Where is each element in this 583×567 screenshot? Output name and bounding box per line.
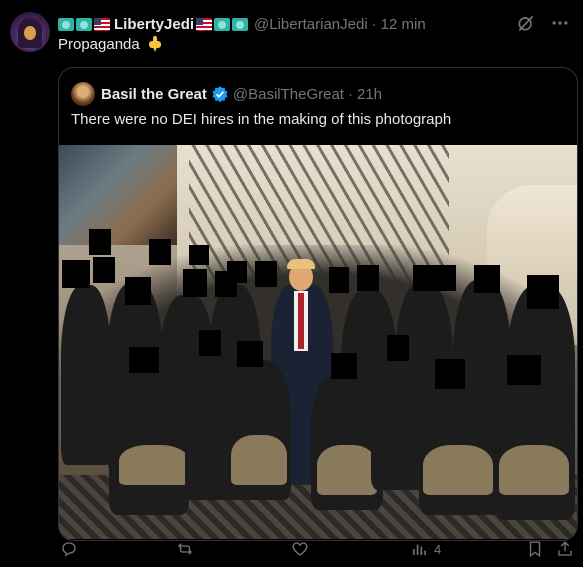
reply-button[interactable] (60, 540, 84, 558)
grok-icon[interactable] (515, 12, 537, 34)
more-icon[interactable] (549, 12, 571, 34)
statue-of-liberty-icon (232, 17, 249, 31)
reply-icon (62, 542, 76, 557)
like-icon (292, 542, 308, 556)
quote-photo[interactable] (59, 145, 577, 539)
quote-author-handle[interactable]: @BasilTheGreat (233, 86, 344, 103)
us-flag-icon (196, 17, 213, 31)
photo-face-censor (434, 265, 456, 291)
photo-face-censor (255, 261, 277, 287)
photo-face-censor (357, 265, 379, 291)
post-text: Propaganda (58, 36, 162, 53)
photo-face-censor (527, 275, 559, 309)
separator-dot: · (371, 15, 377, 33)
photo-face-censor (435, 359, 465, 389)
repost-icon (178, 543, 192, 555)
views-icon (413, 544, 426, 555)
photo-pants (317, 445, 377, 495)
like-button[interactable] (291, 540, 315, 558)
photo-face-censor (215, 271, 237, 297)
views-count: 4 (434, 541, 442, 557)
photo-face-censor (125, 277, 151, 305)
photo-face-censor (199, 330, 221, 356)
author-handle[interactable]: @LibertarianJedi (254, 16, 368, 33)
quote-separator-dot: · (347, 85, 353, 103)
post-top-actions (515, 12, 571, 34)
photo-pants (423, 445, 493, 495)
photo-face-censor (129, 347, 159, 373)
photo-face-censor (387, 335, 409, 361)
bookmark-button[interactable] (526, 540, 544, 558)
photo-face-censor (329, 267, 349, 293)
quote-timestamp[interactable]: 21h (357, 86, 382, 103)
views-button[interactable]: 4 (410, 540, 441, 558)
photo-face-censor (149, 239, 171, 265)
post-header: LibertyJedi @LibertarianJedi · 12 min (58, 14, 426, 34)
photo-tie (298, 293, 304, 349)
repost-button[interactable] (176, 540, 200, 558)
photo-face-censor (413, 265, 435, 291)
photo-face-censor (474, 265, 500, 293)
us-flag-icon (94, 17, 110, 31)
photo-pants (119, 445, 189, 485)
statue-of-liberty-icon (214, 17, 231, 31)
post-timestamp[interactable]: 12 min (381, 16, 426, 33)
photo-pants (499, 445, 569, 495)
share-button[interactable] (556, 540, 574, 558)
photo-face-censor (183, 269, 207, 297)
photo-person (61, 285, 111, 465)
avatar-face (24, 26, 36, 40)
statue-of-liberty-icon (58, 17, 74, 31)
share-icon (558, 541, 572, 556)
photo-face-censor (93, 257, 115, 283)
quoted-post[interactable]: Basil the Great @BasilTheGreat · 21h The… (58, 67, 578, 541)
photo-hair (287, 259, 315, 269)
photo-pants (231, 435, 287, 485)
bookmark-icon (529, 541, 541, 558)
photo-face-censor (507, 355, 541, 385)
quote-author-display-name[interactable]: Basil the Great (101, 86, 207, 103)
photo-face-censor (89, 229, 111, 255)
verified-badge-icon (212, 86, 228, 103)
photo-tapestry (59, 145, 177, 245)
quote-text: There were no DEI hires in the making of… (71, 111, 452, 128)
quote-header: Basil the Great @BasilTheGreat · 21h (71, 82, 382, 106)
photo-face-censor (331, 353, 357, 379)
post-action-bar: 4 (58, 540, 576, 562)
quote-author-avatar (71, 82, 95, 106)
post-text-content: Propaganda (58, 36, 140, 53)
photo-face-censor (237, 341, 263, 367)
photo-face-censor (189, 245, 209, 265)
statue-of-liberty-icon (76, 17, 92, 31)
author-avatar[interactable] (10, 12, 50, 52)
photo-face-censor (62, 260, 90, 288)
pointing-down-icon (148, 36, 161, 52)
author-display-name[interactable]: LibertyJedi (114, 16, 194, 33)
